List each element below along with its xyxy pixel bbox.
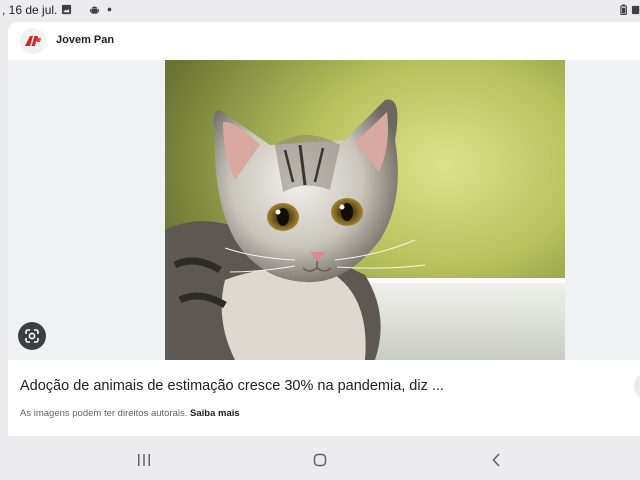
kitten-photo[interactable] <box>165 60 565 360</box>
source-name: Jovem Pan <box>56 34 115 46</box>
image-result-card[interactable]: Jovem Pan Adoção de animais de estimação… <box>8 22 640 436</box>
jovem-pan-logo <box>20 28 46 54</box>
gallery-icon <box>61 4 72 15</box>
status-time: , 16 de jul. <box>2 3 58 17</box>
android-icon <box>89 6 100 14</box>
copyright-notice: As imagens podem ter direitos autorais. … <box>20 408 240 419</box>
copyright-text: As imagens podem ter direitos autorais. <box>20 408 188 419</box>
home-icon[interactable] <box>310 450 330 470</box>
notification-dot-icon <box>107 7 112 12</box>
learn-more-link[interactable]: Saiba mais <box>190 408 240 419</box>
image-area <box>8 60 640 360</box>
battery-saver-icon <box>631 5 640 15</box>
google-lens-icon <box>25 329 39 343</box>
battery-icon <box>620 4 627 15</box>
result-headline[interactable]: Adoção de animais de estimação cresce 30… <box>20 378 620 394</box>
back-icon[interactable] <box>487 450 507 470</box>
source-row[interactable]: Jovem Pan <box>20 28 320 54</box>
navigation-bar <box>0 440 640 480</box>
google-lens-button[interactable] <box>18 322 46 350</box>
status-bar: , 16 de jul. <box>0 0 640 20</box>
next-result-handle[interactable] <box>634 373 640 399</box>
recent-apps-icon[interactable] <box>134 450 154 470</box>
